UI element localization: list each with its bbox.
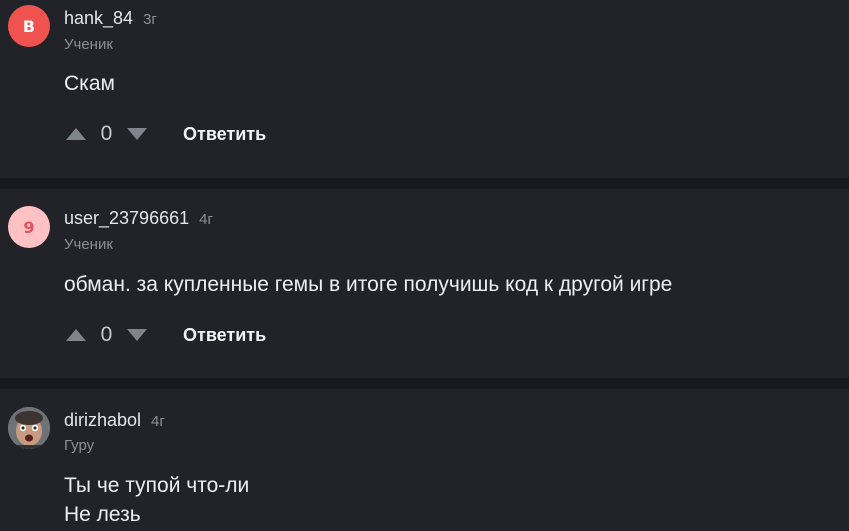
comment-text: Ты че тупой что-ли Не лезь (64, 471, 249, 529)
triangle-up-icon (66, 329, 86, 341)
reply-button[interactable]: Ответить (183, 124, 266, 145)
triangle-down-icon (127, 128, 147, 140)
comment-time: 4г (199, 211, 213, 228)
avatar[interactable]: B (8, 5, 50, 47)
comment-header: user_23796661 4г (64, 208, 213, 229)
vote-score: 0 (100, 323, 113, 346)
triangle-down-icon (127, 329, 147, 341)
upvote-button[interactable] (64, 126, 88, 142)
comment-text: обман. за купленные гемы в итоге получиш… (64, 270, 672, 299)
comment-line: Ты че тупой что-ли (64, 474, 250, 497)
user-rank: Ученик (64, 36, 113, 53)
downvote-button[interactable] (125, 126, 149, 142)
comment-actions: 0 Ответить (64, 323, 266, 347)
downvote-button[interactable] (125, 327, 149, 343)
user-photo-avatar[interactable] (8, 407, 50, 449)
comment-card: dirizhabol 4г Гуру Ты че тупой что-ли Не… (0, 389, 849, 531)
comments-feed: B hank_84 3г Ученик Скам 0 Ответить 9 us… (0, 0, 849, 531)
comment-time: 3г (143, 11, 157, 28)
face-photo-icon (8, 407, 50, 449)
comment-actions: 0 Ответить (64, 122, 266, 146)
vote-score: 0 (100, 122, 113, 145)
comment-time: 4г (151, 413, 165, 430)
comment-line: Не лезь (64, 503, 141, 526)
comment-line: обман. за купленные гемы в итоге получиш… (64, 273, 673, 296)
comment-card: 9 user_23796661 4г Ученик обман. за купл… (0, 189, 849, 378)
comment-line: Скам (64, 72, 115, 95)
user-rank: Ученик (64, 236, 113, 253)
upvote-button[interactable] (64, 327, 88, 343)
reply-button[interactable]: Ответить (183, 325, 266, 346)
user-rank: Гуру (64, 437, 95, 454)
avatar[interactable]: 9 (8, 206, 50, 248)
comment-header: hank_84 3г (64, 8, 157, 29)
comment-card: B hank_84 3г Ученик Скам 0 Ответить (0, 0, 849, 178)
username-link[interactable]: user_23796661 (64, 208, 189, 229)
triangle-up-icon (66, 128, 86, 140)
avatar-letter: 9 (23, 217, 35, 237)
username-link[interactable]: dirizhabol (64, 410, 141, 431)
username-link[interactable]: hank_84 (64, 8, 133, 29)
comment-header: dirizhabol 4г (64, 410, 165, 431)
comment-text: Скам (64, 69, 115, 98)
avatar-letter: B (22, 16, 36, 36)
